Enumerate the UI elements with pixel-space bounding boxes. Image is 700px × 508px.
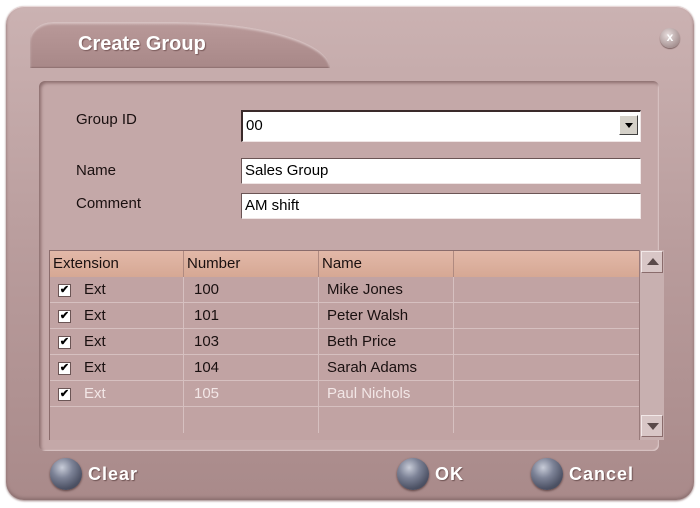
extra-cell xyxy=(454,381,639,407)
row-checkbox[interactable]: ✔ xyxy=(58,284,71,297)
table-row[interactable]: ✔ Ext 100 Mike Jones xyxy=(50,277,639,303)
cancel-label: Cancel xyxy=(569,464,635,484)
ok-button[interactable]: OK xyxy=(397,458,487,492)
table-row[interactable]: ✔ Ext 104 Sarah Adams xyxy=(50,355,639,381)
group-id-value: 00 xyxy=(246,117,263,134)
row-checkbox[interactable]: ✔ xyxy=(58,336,71,349)
extension-table: Extension Number Name ✔ Ext 100 Mike Jon… xyxy=(49,250,639,440)
clear-label: Clear xyxy=(88,464,139,484)
header-extra[interactable] xyxy=(454,251,639,277)
extension-type: Ext xyxy=(84,359,106,376)
table-row[interactable]: ✔ Ext 105 Paul Nichols xyxy=(50,381,639,407)
extension-cell: ✔ Ext xyxy=(50,329,184,355)
comment-field[interactable]: AM shift xyxy=(241,193,641,219)
extra-cell xyxy=(454,329,639,355)
number-cell: 103 xyxy=(184,329,319,355)
name-label: Name xyxy=(76,162,117,179)
triangle-up-icon xyxy=(647,258,659,265)
number-cell: 104 xyxy=(184,355,319,381)
clear-button[interactable]: Clear xyxy=(50,458,160,492)
cancel-button[interactable]: Cancel xyxy=(531,458,661,492)
header-number[interactable]: Number xyxy=(184,251,319,277)
extra-cell xyxy=(454,355,639,381)
extra-cell xyxy=(454,277,639,303)
ok-label: OK xyxy=(435,464,464,484)
empty-cell xyxy=(454,407,639,433)
row-checkbox[interactable]: ✔ xyxy=(58,310,71,323)
extension-type: Ext xyxy=(84,307,106,324)
extension-cell: ✔ Ext xyxy=(50,381,184,407)
row-checkbox[interactable]: ✔ xyxy=(58,388,71,401)
group-id-select[interactable]: 00 xyxy=(241,110,641,142)
table-header: Extension Number Name xyxy=(50,251,639,277)
table-row-empty[interactable] xyxy=(50,407,639,433)
name-cell: Beth Price xyxy=(319,329,454,355)
comment-label: Comment xyxy=(76,195,142,212)
orb-icon xyxy=(397,458,429,490)
scroll-down-button[interactable] xyxy=(641,415,663,437)
extension-cell: ✔ Ext xyxy=(50,303,184,329)
name-field[interactable]: Sales Group xyxy=(241,158,641,184)
extension-type: Ext xyxy=(84,385,106,402)
number-cell: 101 xyxy=(184,303,319,329)
extension-cell: ✔ Ext xyxy=(50,355,184,381)
extension-type: Ext xyxy=(84,281,106,298)
name-cell: Peter Walsh xyxy=(319,303,454,329)
chevron-down-icon xyxy=(625,123,633,128)
header-extension[interactable]: Extension xyxy=(50,251,184,277)
dropdown-button[interactable] xyxy=(619,115,638,135)
name-cell: Paul Nichols xyxy=(319,381,454,407)
extension-cell: ✔ Ext xyxy=(50,277,184,303)
scroll-up-button[interactable] xyxy=(641,251,663,273)
number-cell: 100 xyxy=(184,277,319,303)
empty-cell xyxy=(319,407,454,433)
extra-cell xyxy=(454,303,639,329)
extension-type: Ext xyxy=(84,333,106,350)
table-row[interactable]: ✔ Ext 103 Beth Price xyxy=(50,329,639,355)
name-cell: Mike Jones xyxy=(319,277,454,303)
vertical-scrollbar[interactable] xyxy=(639,250,664,440)
group-id-label: Group ID xyxy=(76,111,137,128)
table-row[interactable]: ✔ Ext 101 Peter Walsh xyxy=(50,303,639,329)
header-name[interactable]: Name xyxy=(319,251,454,277)
name-cell: Sarah Adams xyxy=(319,355,454,381)
dialog-title: Create Group xyxy=(78,33,206,55)
close-button[interactable]: x xyxy=(660,28,680,48)
empty-cell xyxy=(50,407,184,433)
orb-icon xyxy=(50,458,82,490)
orb-icon xyxy=(531,458,563,490)
row-checkbox[interactable]: ✔ xyxy=(58,362,71,375)
triangle-down-icon xyxy=(647,423,659,430)
number-cell: 105 xyxy=(184,381,319,407)
empty-cell xyxy=(184,407,319,433)
